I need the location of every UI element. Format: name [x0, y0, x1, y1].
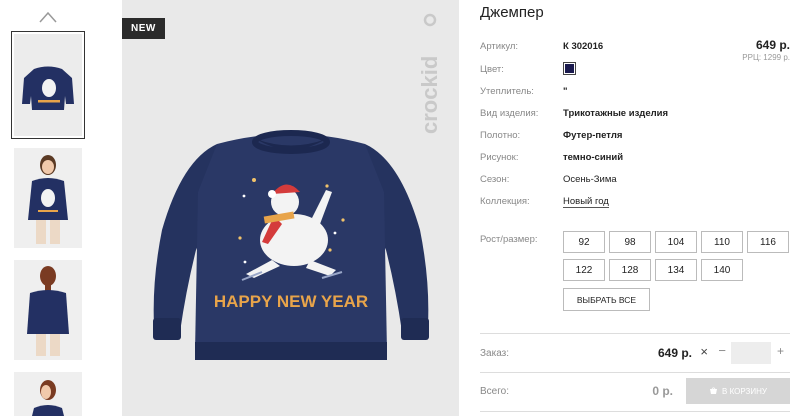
product-title: Джемпер [480, 4, 544, 21]
select-all-sizes-button[interactable]: ВЫБРАТЬ ВСЕ [563, 288, 650, 311]
size-92[interactable]: 92 [563, 231, 605, 253]
thumbnail-sweater-front[interactable] [11, 31, 85, 139]
new-badge: NEW [122, 18, 165, 39]
attr-season: Сезон: Осень-Зима [480, 174, 617, 185]
minus-button[interactable]: − [718, 343, 726, 358]
thumbnail-rail [0, 0, 100, 416]
size-140[interactable]: 140 [701, 259, 743, 281]
divider [480, 372, 790, 373]
thumbnail-model-front[interactable] [14, 148, 82, 248]
thumbnail-model-side[interactable] [14, 372, 82, 416]
attr-article: Артикул: К 302016 [480, 41, 604, 52]
total-label: Всего: [480, 386, 509, 397]
divider [480, 411, 790, 412]
size-128[interactable]: 128 [609, 259, 651, 281]
brand-logo: crockid [417, 13, 442, 134]
chevron-up-icon[interactable] [38, 10, 58, 24]
quantity-input[interactable] [731, 342, 771, 364]
sizes-label: Рост/размер: [480, 234, 538, 245]
attr-item-type: Вид изделия: Трикотажные изделия [480, 108, 669, 119]
plus-button[interactable]: + [777, 344, 784, 358]
collection-link[interactable]: Новый год [563, 196, 609, 208]
times-icon: × [700, 344, 708, 359]
print-text: HAPPY NEW YEAR [214, 292, 368, 311]
cart-icon [710, 387, 718, 394]
attr-pattern: Рисунок: темно-синий [480, 152, 624, 163]
product-details: Джемпер 649 р. РРЦ: 1299 р. Артикул: К 3… [480, 0, 790, 416]
size-116[interactable]: 116 [747, 231, 789, 253]
attr-collection: Коллекция: Новый год [480, 196, 609, 208]
attr-color: Цвет: [480, 62, 790, 78]
order-label: Заказ: [480, 348, 510, 359]
product-main-image[interactable]: NEW crockid HAPPY NEW YEAR [122, 0, 459, 416]
size-122[interactable]: 122 [563, 259, 605, 281]
attr-fabric: Полотно: Футер-петля [480, 130, 623, 141]
attr-insulation: Утеплитель: " [480, 86, 568, 97]
add-to-cart-label: В КОРЗИНУ [722, 386, 767, 396]
size-98[interactable]: 98 [609, 231, 651, 253]
divider [480, 333, 790, 334]
thumbnail-model-back[interactable] [14, 260, 82, 360]
order-price: 649 р. [657, 346, 692, 360]
sweater-illustration: HAPPY NEW YEAR [153, 130, 429, 360]
size-134[interactable]: 134 [655, 259, 697, 281]
color-swatch[interactable] [563, 62, 576, 75]
add-to-cart-button[interactable]: В КОРЗИНУ [686, 378, 790, 404]
size-110[interactable]: 110 [701, 231, 743, 253]
size-104[interactable]: 104 [655, 231, 697, 253]
total-value: 0 р. [652, 384, 673, 398]
